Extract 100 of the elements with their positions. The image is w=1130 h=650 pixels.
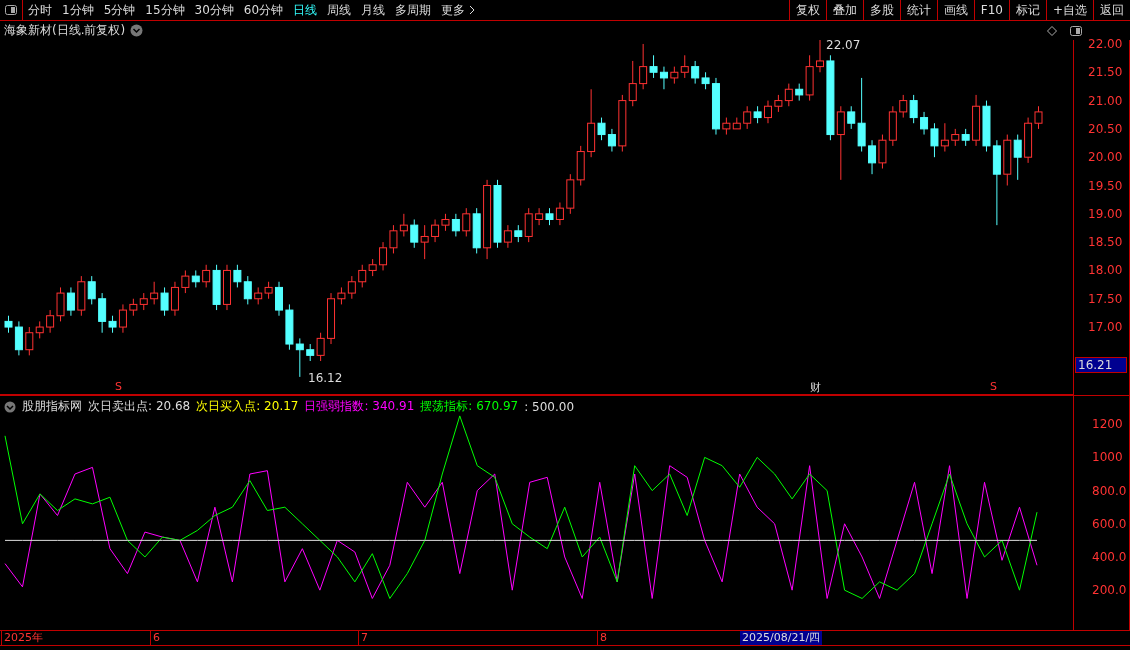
candlestick bbox=[170, 281, 179, 317]
period-tab[interactable]: 分时 bbox=[23, 0, 57, 20]
candlestick bbox=[181, 269, 190, 294]
candlestick bbox=[275, 281, 284, 317]
candlestick bbox=[930, 122, 939, 158]
candlestick bbox=[909, 94, 918, 124]
indicator-tick: 400.0 bbox=[1092, 549, 1127, 564]
toolbar-button[interactable]: 多股 bbox=[862, 0, 900, 20]
candlestick bbox=[764, 100, 772, 124]
period-tab[interactable]: 月线 bbox=[356, 0, 391, 20]
candlestick bbox=[56, 286, 65, 322]
period-tab[interactable]: 周线 bbox=[322, 0, 357, 20]
candlestick bbox=[233, 264, 242, 288]
candlestick bbox=[868, 139, 877, 175]
price-tick: 21.50 bbox=[1088, 65, 1123, 80]
candlestick bbox=[431, 218, 440, 243]
candlestick bbox=[358, 264, 367, 288]
indicator-tick: 800.0 bbox=[1092, 483, 1127, 498]
toolbar-button[interactable]: 统计 bbox=[899, 0, 937, 20]
candlestick bbox=[878, 134, 887, 170]
period-tab[interactable]: 日线 bbox=[288, 0, 323, 20]
toolbar-button[interactable]: F10 bbox=[973, 0, 1009, 20]
candlestick bbox=[379, 241, 388, 271]
toolbar-button[interactable]: 复权 bbox=[788, 0, 826, 20]
candlestick bbox=[66, 286, 75, 317]
candlestick bbox=[389, 224, 398, 254]
candlestick bbox=[462, 207, 471, 237]
candlestick bbox=[451, 213, 460, 237]
chevron-icon[interactable] bbox=[4, 400, 16, 413]
price-tick: 19.50 bbox=[1088, 178, 1123, 193]
candlestick bbox=[743, 105, 752, 130]
toolbar-button[interactable]: 标记 bbox=[1008, 0, 1046, 20]
candlestick bbox=[659, 66, 668, 90]
candlestick bbox=[535, 207, 544, 226]
candlestick bbox=[295, 337, 304, 378]
price-tick: 21.00 bbox=[1088, 93, 1123, 108]
period-tab[interactable]: 多周期 bbox=[390, 0, 437, 20]
candlestick bbox=[25, 326, 34, 356]
chevron-icon bbox=[468, 5, 477, 15]
cursor-date: 2025/08/21/四 bbox=[740, 631, 823, 645]
candlestick bbox=[410, 218, 419, 249]
price-tick: 20.50 bbox=[1088, 121, 1123, 136]
candlestick bbox=[847, 105, 856, 130]
high-price-label: 22.07 bbox=[826, 38, 861, 52]
candlestick bbox=[1034, 105, 1043, 130]
candlestick bbox=[899, 94, 908, 119]
stock-title: 海象新材(日线.前复权) bbox=[4, 22, 126, 39]
candlestick bbox=[160, 286, 169, 317]
candlestick bbox=[347, 275, 356, 300]
candlestick bbox=[150, 281, 159, 305]
price-tick: 20.00 bbox=[1088, 150, 1123, 165]
candlestick bbox=[524, 207, 533, 243]
price-tick: 17.00 bbox=[1088, 320, 1123, 335]
candlestick bbox=[680, 54, 689, 79]
candlestick bbox=[857, 77, 866, 153]
toolbar-button[interactable]: 画线 bbox=[936, 0, 974, 20]
candlestick bbox=[649, 54, 658, 79]
price-tick: 18.00 bbox=[1088, 263, 1123, 278]
candlestick bbox=[836, 105, 845, 181]
toolbar-button[interactable]: +自选 bbox=[1045, 0, 1093, 20]
toolbar-button[interactable]: 返回 bbox=[1093, 0, 1130, 20]
price-tick: 17.50 bbox=[1088, 291, 1123, 306]
date-label: 7 bbox=[358, 631, 368, 645]
current-price-label: 16.21 bbox=[1075, 357, 1127, 373]
candlestick bbox=[597, 117, 606, 141]
date-label: 2025年 bbox=[1, 631, 43, 645]
indicator-tick: 600.0 bbox=[1092, 516, 1127, 531]
candlestick bbox=[940, 122, 949, 153]
legend-item: 日强弱指数: 340.91 bbox=[304, 398, 415, 415]
period-tab[interactable]: 5分钟 bbox=[98, 0, 141, 20]
low-price-label: 16.12 bbox=[308, 371, 343, 385]
date-label: 8 bbox=[597, 631, 607, 645]
candlestick bbox=[118, 303, 127, 334]
period-tab[interactable]: 30分钟 bbox=[189, 0, 239, 20]
panel-toggle-icon[interactable] bbox=[1070, 25, 1082, 36]
toolbar-button[interactable]: 叠加 bbox=[825, 0, 863, 20]
candlestick bbox=[316, 332, 325, 362]
legend-item: : 500.00 bbox=[524, 399, 575, 414]
sell-signal-marker: S bbox=[115, 380, 122, 393]
candlestick bbox=[98, 292, 107, 334]
indicator-tick: 1000 bbox=[1092, 450, 1123, 465]
candlestick bbox=[46, 309, 55, 334]
legend-item: 次日卖出点: 20.68 bbox=[88, 398, 191, 415]
period-tab[interactable]: 15分钟 bbox=[140, 0, 190, 20]
finance-marker: 财 bbox=[810, 380, 821, 395]
legend-item: 次日买入点: 20.17 bbox=[196, 398, 299, 415]
more-menu[interactable]: 更多 bbox=[436, 0, 482, 20]
period-tab[interactable]: 1分钟 bbox=[57, 0, 99, 20]
candlestick bbox=[87, 275, 96, 305]
candlestick bbox=[243, 275, 252, 305]
legend-item: 摆荡指标: 670.97 bbox=[420, 398, 519, 415]
price-tick: 22.00 bbox=[1088, 36, 1123, 51]
chevron-icon[interactable] bbox=[130, 24, 144, 37]
diamond-icon[interactable] bbox=[1047, 25, 1057, 36]
candlestick bbox=[503, 224, 512, 249]
candlestick bbox=[628, 60, 637, 107]
sell-signal-marker: S bbox=[990, 380, 997, 393]
candlestick bbox=[691, 60, 700, 85]
candlestick bbox=[784, 83, 793, 107]
period-tab[interactable]: 60分钟 bbox=[238, 0, 289, 20]
